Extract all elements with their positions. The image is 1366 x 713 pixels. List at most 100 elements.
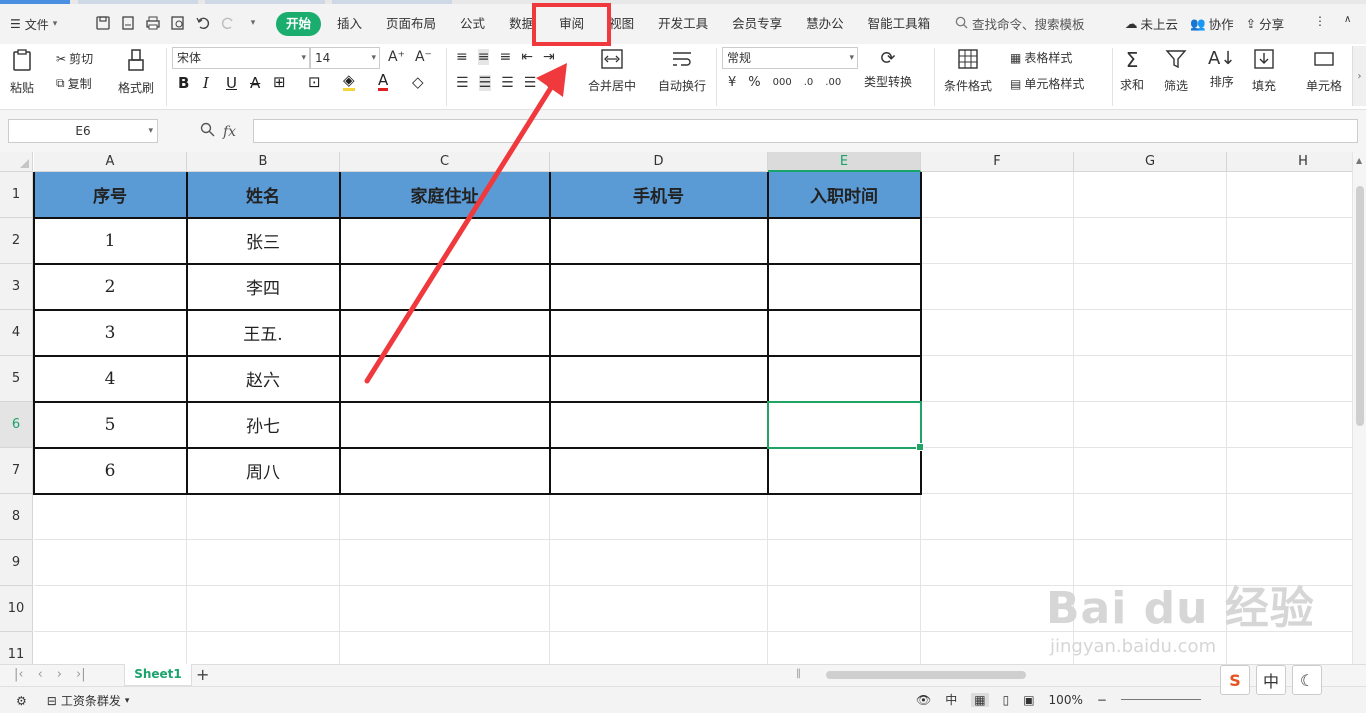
row-header-2[interactable]: 2 — [0, 218, 33, 264]
scroll-up-icon[interactable]: ▲ — [1356, 156, 1362, 165]
cell-g7[interactable] — [1074, 448, 1227, 494]
cell-a4[interactable]: 3 — [34, 310, 187, 356]
cell-e8[interactable] — [768, 494, 921, 540]
filter-button[interactable]: 筛选 — [1164, 48, 1188, 94]
more-icon[interactable]: ⋮ — [1314, 14, 1326, 28]
collapse-ribbon-icon[interactable]: ∧ — [1344, 14, 1351, 28]
save-icon[interactable] — [94, 14, 112, 32]
align-center-icon[interactable]: ☰ — [478, 75, 492, 91]
cell-b4[interactable]: 王五. — [187, 310, 340, 356]
ime-moon-icon[interactable]: ☾ — [1292, 665, 1322, 695]
cell-d4[interactable] — [550, 310, 768, 356]
conditional-format-button[interactable]: 条件格式 — [944, 48, 992, 94]
vertical-scroll-thumb[interactable] — [1356, 186, 1364, 426]
cell-d2[interactable] — [550, 218, 768, 264]
cell-b9[interactable] — [187, 540, 340, 586]
cell-f5[interactable] — [921, 356, 1074, 402]
column-header-g[interactable]: G — [1074, 152, 1227, 172]
align-middle-icon[interactable]: ≡ — [477, 49, 490, 65]
ribbon-scroll-right[interactable]: › — [1352, 46, 1366, 106]
cell-c10[interactable] — [340, 586, 550, 632]
page-layout-view-icon[interactable]: ▯ — [1003, 693, 1010, 707]
cell-f6[interactable] — [921, 402, 1074, 448]
row-header-9[interactable]: 9 — [0, 540, 33, 586]
tab-formulas[interactable]: 公式 — [448, 12, 497, 36]
row-header-6[interactable]: 6 — [0, 402, 33, 448]
number-format-select[interactable]: 常规 — [722, 47, 858, 69]
print-icon[interactable] — [144, 14, 162, 32]
cell-a11[interactable] — [34, 632, 187, 664]
cell-g2[interactable] — [1074, 218, 1227, 264]
sogou-logo-icon[interactable]: S — [1220, 665, 1250, 695]
fill-button[interactable]: 填充 — [1252, 48, 1276, 94]
cell-a1[interactable]: 序号 — [34, 172, 187, 218]
redo-icon[interactable] — [219, 14, 237, 32]
cell-b7[interactable]: 周八 — [187, 448, 340, 494]
cell-d5[interactable] — [550, 356, 768, 402]
italic-button[interactable]: I — [203, 74, 209, 92]
tab-insert[interactable]: 插入 — [325, 12, 374, 36]
first-sheet-icon[interactable]: |‹ — [14, 667, 24, 682]
undo-icon[interactable] — [194, 14, 212, 32]
cell-d3[interactable] — [550, 264, 768, 310]
cell-g6[interactable] — [1074, 402, 1227, 448]
select-all-corner[interactable] — [0, 152, 33, 172]
cell-g1[interactable] — [1074, 172, 1227, 218]
cell-b5[interactable]: 赵六 — [187, 356, 340, 402]
tab-member[interactable]: 会员专享 — [720, 12, 794, 36]
cell-a9[interactable] — [34, 540, 187, 586]
cell-e11[interactable] — [768, 632, 921, 664]
sum-button[interactable]: Σ 求和 — [1120, 48, 1144, 93]
customize-toolbar-icon[interactable]: ▾ — [244, 14, 262, 32]
horizontal-scroll-thumb[interactable] — [826, 671, 1026, 679]
cell-c6[interactable] — [340, 402, 550, 448]
row-header-4[interactable]: 4 — [0, 310, 33, 356]
column-header-h[interactable]: H — [1227, 152, 1352, 172]
decrease-font-icon[interactable]: A⁻ — [415, 49, 432, 65]
cell-a2[interactable]: 1 — [34, 218, 187, 264]
next-sheet-icon[interactable]: › — [57, 667, 62, 682]
cell-e7[interactable] — [768, 448, 921, 494]
cell-b10[interactable] — [187, 586, 340, 632]
cell-c8[interactable] — [340, 494, 550, 540]
distribute-icon[interactable]: ⊟ — [546, 75, 558, 91]
decrease-indent-icon[interactable]: ⇤ — [521, 49, 533, 65]
font-color-icon[interactable]: A — [378, 73, 389, 91]
row-header-8[interactable]: 8 — [0, 494, 33, 540]
eye-protection-icon[interactable]: 👁 — [916, 693, 931, 707]
currency-icon[interactable]: ¥ — [728, 75, 736, 90]
zoom-search-icon[interactable] — [200, 122, 215, 141]
thousands-icon[interactable]: 000 — [773, 77, 792, 88]
justify-icon[interactable]: ☰ — [524, 75, 537, 91]
formula-input[interactable] — [253, 119, 1358, 143]
cell-e2[interactable] — [768, 218, 921, 264]
row-header-11[interactable]: 11 — [0, 632, 33, 664]
insert-function-button[interactable]: fx — [223, 124, 236, 140]
print-preview-icon[interactable] — [169, 14, 187, 32]
tab-home[interactable]: 开始 — [276, 12, 322, 36]
align-top-icon[interactable]: ≡ — [456, 49, 468, 65]
cell-b2[interactable]: 张三 — [187, 218, 340, 264]
cell-h8[interactable] — [1227, 494, 1352, 540]
cell-d9[interactable] — [550, 540, 768, 586]
cell-c2[interactable] — [340, 218, 550, 264]
wrap-text-button[interactable]: 自动换行 — [658, 48, 706, 94]
tab-office[interactable]: 慧办公 — [794, 12, 856, 36]
cell-f4[interactable] — [921, 310, 1074, 356]
paste-button[interactable]: 粘贴 — [10, 48, 34, 96]
add-sheet-icon[interactable]: + — [196, 665, 209, 684]
cell-b6[interactable]: 孙七 — [187, 402, 340, 448]
normal-view-icon[interactable]: ▦ — [971, 692, 989, 707]
cell-b1[interactable]: 姓名 — [187, 172, 340, 218]
cell-h1[interactable] — [1227, 172, 1352, 218]
share-button[interactable]: ⇪ 分享 — [1246, 14, 1285, 33]
cell-b8[interactable] — [187, 494, 340, 540]
bold-button[interactable]: B — [178, 74, 189, 92]
ime-status[interactable]: 中 — [945, 691, 957, 708]
macro-button[interactable]: ⊟ 工资条群发 ▾ — [47, 692, 130, 709]
cell-b3[interactable]: 李四 — [187, 264, 340, 310]
cell-e6[interactable] — [768, 402, 921, 448]
cell-g5[interactable] — [1074, 356, 1227, 402]
cell-button[interactable]: 单元格 — [1306, 48, 1342, 94]
cell-e1[interactable]: 入职时间 — [768, 172, 921, 218]
